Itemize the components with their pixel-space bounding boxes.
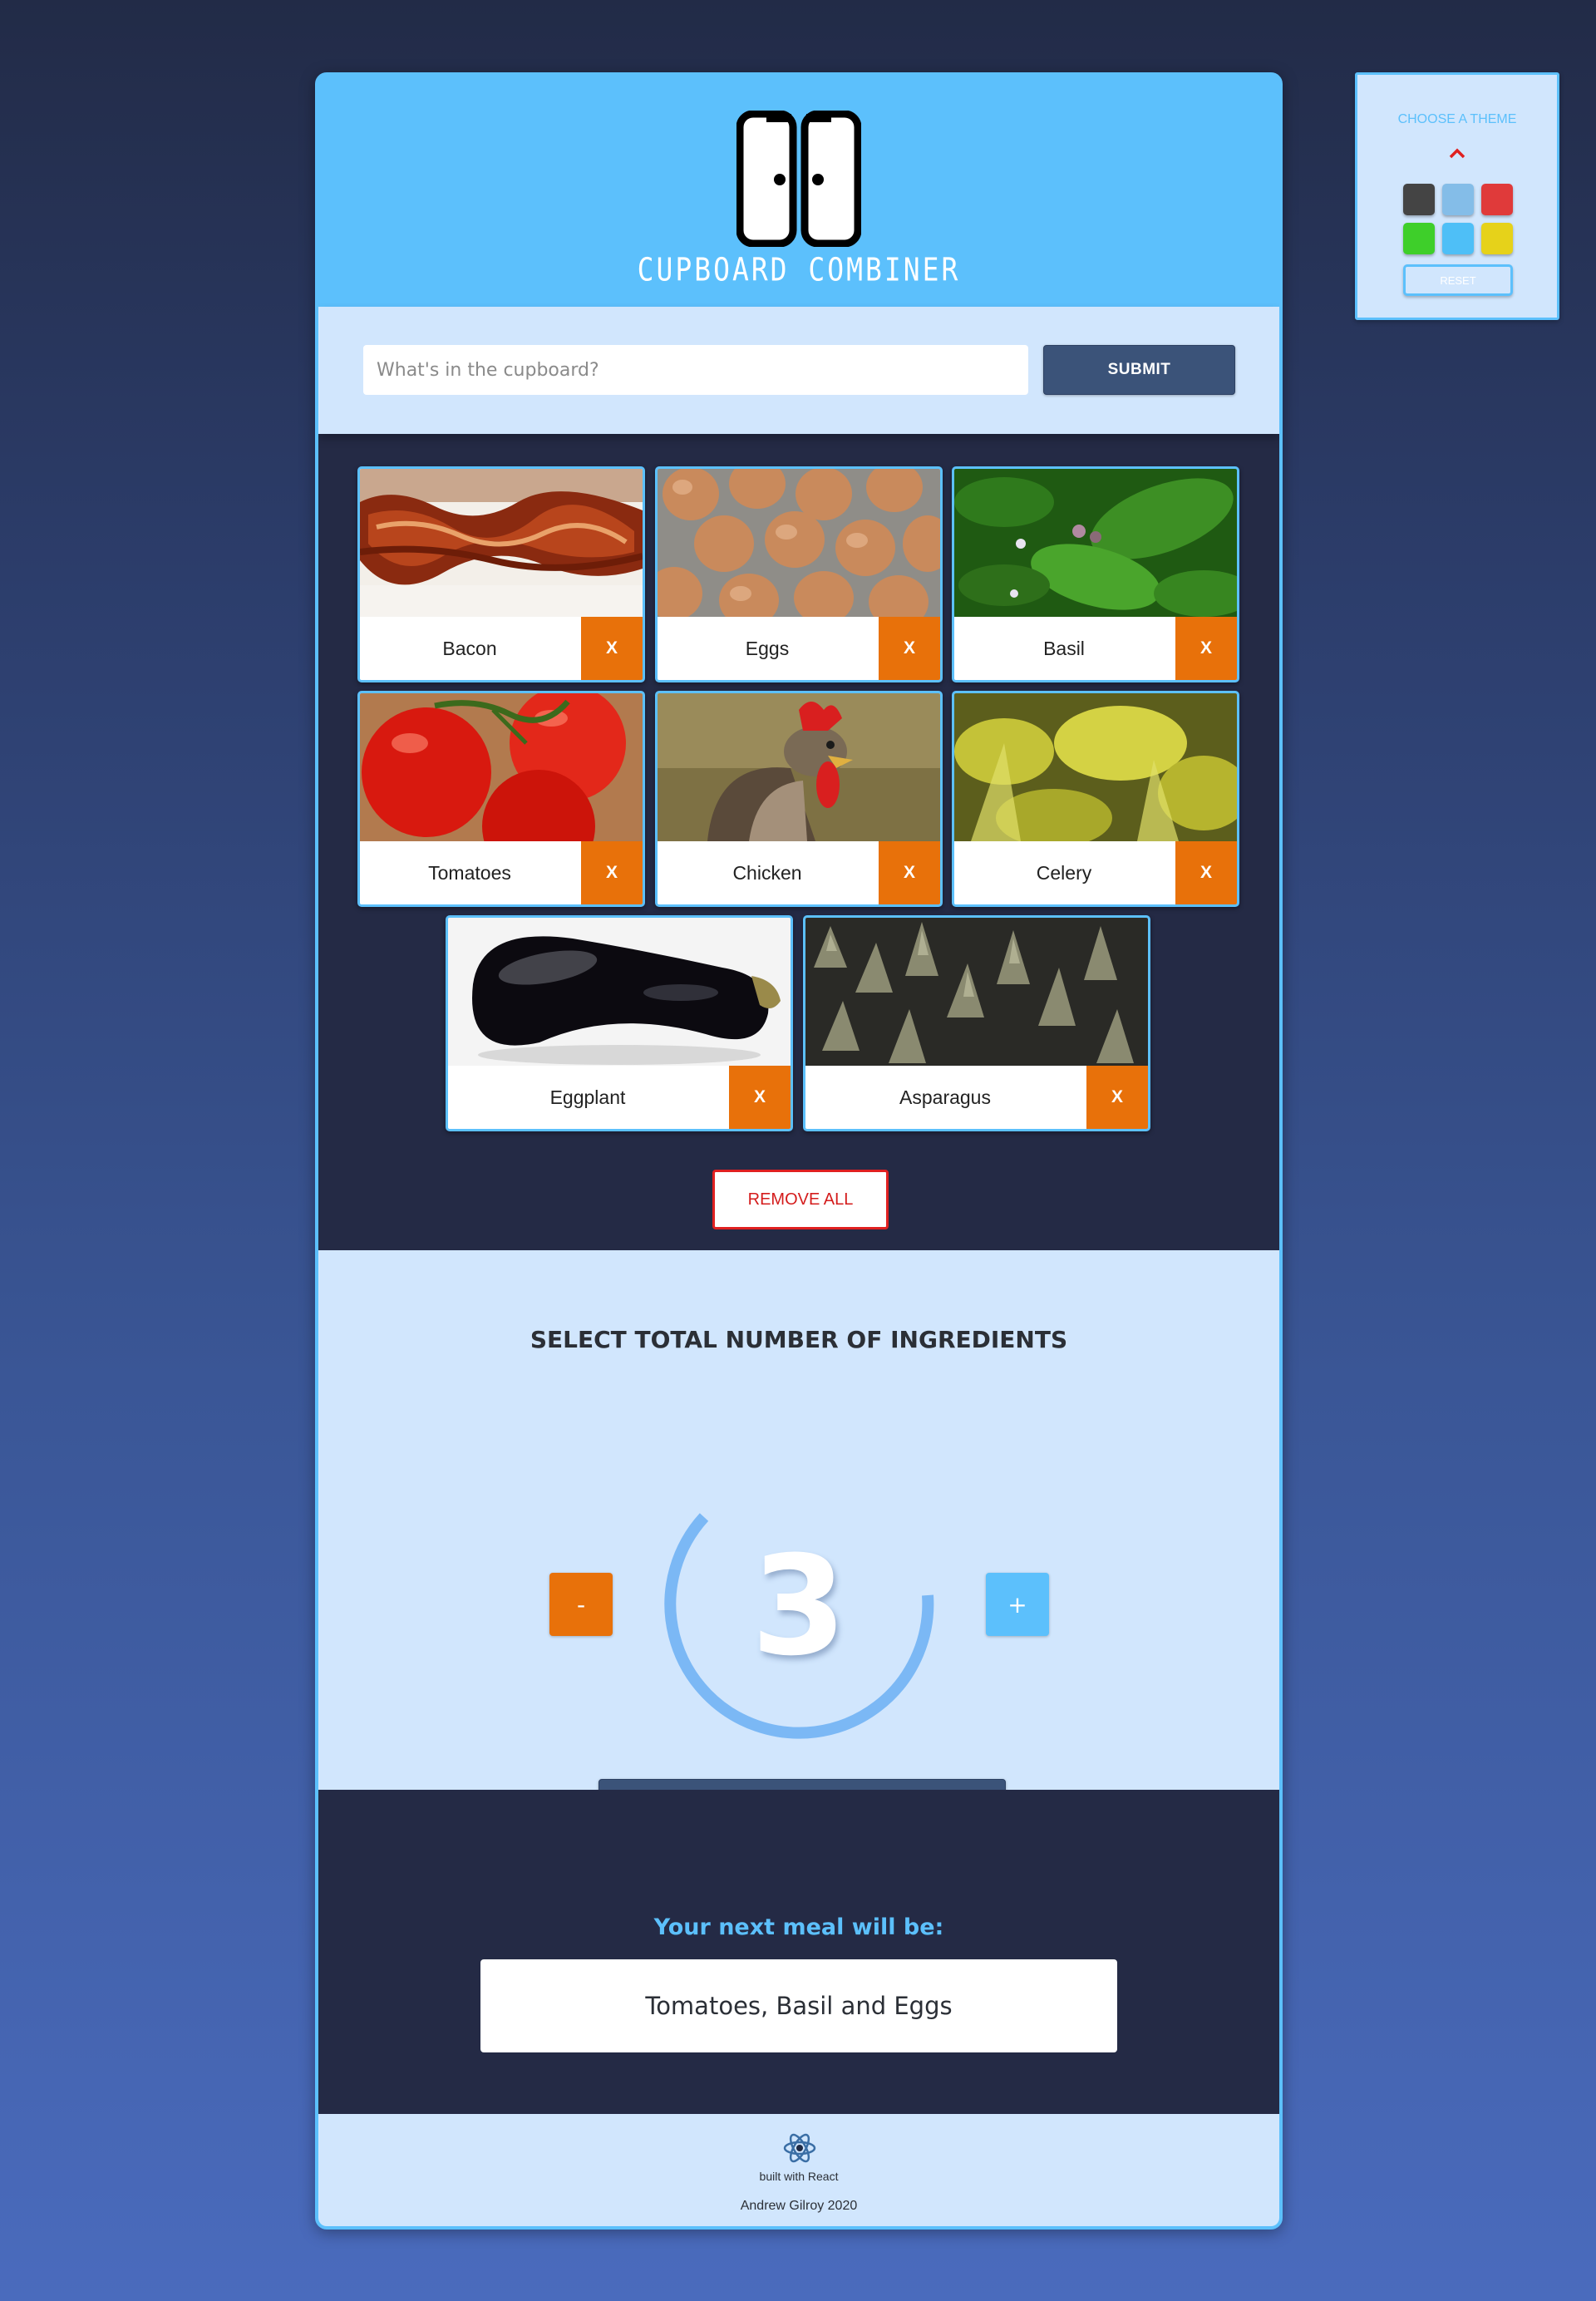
count-gauge: 3 [656, 1494, 942, 1743]
remove-ingredient-button[interactable]: X [729, 1066, 791, 1129]
theme-panel: CHOOSE A THEME RESET [1355, 72, 1559, 320]
header: CUPBOARD COMBINER [318, 76, 1279, 307]
search-input[interactable] [363, 345, 1028, 395]
result-label: Your next meal will be: [653, 1914, 944, 1940]
meal-result: Tomatoes, Basil and Eggs [480, 1959, 1117, 2052]
ingredient-card-celery: Celery X [952, 691, 1239, 907]
eggplant-image [448, 918, 791, 1066]
theme-title: CHOOSE A THEME [1397, 112, 1517, 126]
ingredient-name: Celery [1036, 861, 1092, 884]
decrement-button[interactable]: - [549, 1573, 613, 1636]
ingredient-card-chicken: Chicken X [655, 691, 943, 907]
footer: built with React Andrew Gilroy 2020 [318, 2114, 1279, 2226]
result-section: Your next meal will be: Tomatoes, Basil … [318, 1790, 1279, 2114]
ingredient-name: Eggs [745, 637, 790, 659]
search-submit-button[interactable]: SUBMIT [1043, 345, 1235, 395]
eggs-image [658, 469, 940, 617]
theme-swatch-blue[interactable] [1442, 223, 1474, 254]
theme-swatch-dark[interactable] [1403, 184, 1435, 215]
theme-swatch-light-blue[interactable] [1442, 184, 1474, 215]
ingredients-section: Bacon X Eggs X Basil X Tomatoes X Chicke… [318, 434, 1279, 1250]
logo-text: CUPBOARD COMBINER [637, 251, 961, 288]
ingredient-card-tomatoes: Tomatoes X [357, 691, 645, 907]
built-with-text: built with React [759, 2170, 839, 2183]
app-card: CUPBOARD COMBINER SUBMIT Bacon X [315, 72, 1283, 2230]
ingredient-name: Chicken [732, 861, 802, 884]
ingredient-card-eggs: Eggs X [655, 466, 943, 682]
ingredient-card-basil: Basil X [952, 466, 1239, 682]
remove-ingredient-button[interactable]: X [1175, 841, 1237, 904]
ingredient-name: Tomatoes [428, 861, 511, 884]
ingredient-name: Eggplant [549, 1086, 626, 1108]
tomatoes-image [360, 693, 643, 841]
chevron-up-icon[interactable] [1448, 146, 1466, 160]
remove-ingredient-button[interactable]: X [1175, 617, 1237, 680]
ingredient-name: Bacon [442, 637, 497, 659]
cupboard-logo-icon [736, 111, 861, 247]
search-section: SUBMIT [318, 307, 1279, 434]
ingredient-card-bacon: Bacon X [357, 466, 645, 682]
theme-swatch-red[interactable] [1481, 184, 1513, 215]
count-value: 3 [751, 1526, 847, 1686]
celery-image [954, 693, 1237, 841]
chicken-image [658, 693, 940, 841]
remove-ingredient-button[interactable]: X [879, 617, 940, 680]
theme-swatch-yellow[interactable] [1481, 223, 1513, 254]
author-text: Andrew Gilroy 2020 [740, 2199, 858, 2213]
ingredient-name: Basil [1043, 637, 1085, 659]
increment-button[interactable]: + [986, 1573, 1049, 1636]
remove-ingredient-button[interactable]: X [581, 841, 643, 904]
theme-swatch-green[interactable] [1403, 223, 1435, 254]
remove-ingredient-button[interactable]: X [581, 617, 643, 680]
ingredient-name: Asparagus [899, 1086, 991, 1108]
bacon-image [360, 469, 643, 617]
basil-image [954, 469, 1237, 617]
asparagus-image [805, 918, 1148, 1066]
ingredient-count-section: SELECT TOTAL NUMBER OF INGREDIENTS - 3 +… [318, 1250, 1279, 1830]
ingredient-card-eggplant: Eggplant X [446, 915, 793, 1131]
ingredient-card-asparagus: Asparagus X [803, 915, 1150, 1131]
remove-ingredient-button[interactable]: X [1086, 1066, 1148, 1129]
remove-ingredient-button[interactable]: X [879, 841, 940, 904]
react-logo-icon [783, 2133, 816, 2163]
theme-reset-button[interactable]: RESET [1403, 264, 1513, 296]
count-title: SELECT TOTAL NUMBER OF INGREDIENTS [530, 1326, 1068, 1353]
remove-all-button[interactable]: REMOVE ALL [712, 1170, 889, 1229]
